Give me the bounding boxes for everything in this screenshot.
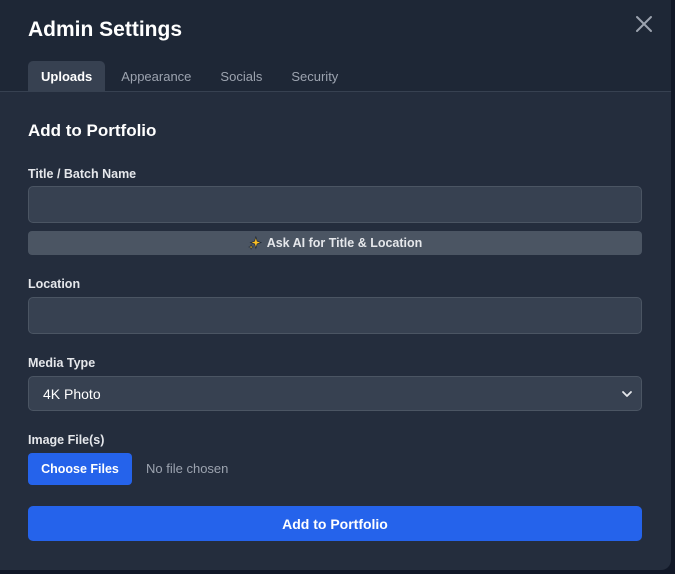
tab-bar: Uploads Appearance Socials Security: [28, 61, 354, 91]
tab-appearance[interactable]: Appearance: [108, 61, 204, 91]
media-type-select[interactable]: 4K Photo: [28, 376, 642, 411]
title-input[interactable]: [28, 186, 642, 223]
close-button[interactable]: [632, 12, 656, 36]
media-type-value: 4K Photo: [43, 385, 101, 402]
ask-ai-button-label: Ask AI for Title & Location: [266, 236, 423, 250]
ask-ai-button[interactable]: Ask AI for Title & Location: [28, 231, 642, 255]
tab-uploads[interactable]: Uploads: [28, 61, 106, 91]
modal-title: Admin Settings: [28, 18, 183, 41]
choose-files-button[interactable]: Choose Files: [28, 453, 132, 485]
location-label: Location: [28, 277, 81, 291]
title-label: Title / Batch Name: [28, 167, 137, 181]
location-input[interactable]: [28, 297, 642, 334]
section-title: Add to Portfolio: [28, 121, 157, 140]
close-icon: [636, 16, 652, 32]
modal-header: Admin Settings Uploads Appearance Social…: [0, 0, 671, 92]
chevron-down-icon: [622, 390, 632, 397]
no-file-chosen-text: No file chosen: [146, 461, 229, 476]
tab-security[interactable]: Security: [278, 61, 351, 91]
media-type-label: Media Type: [28, 356, 96, 370]
sparkle-icon: [247, 236, 262, 250]
admin-settings-modal: Admin Settings Uploads Appearance Social…: [0, 0, 671, 570]
image-files-label: Image File(s): [28, 433, 105, 447]
add-to-portfolio-button[interactable]: Add to Portfolio: [28, 506, 642, 541]
tab-socials[interactable]: Socials: [207, 61, 275, 91]
